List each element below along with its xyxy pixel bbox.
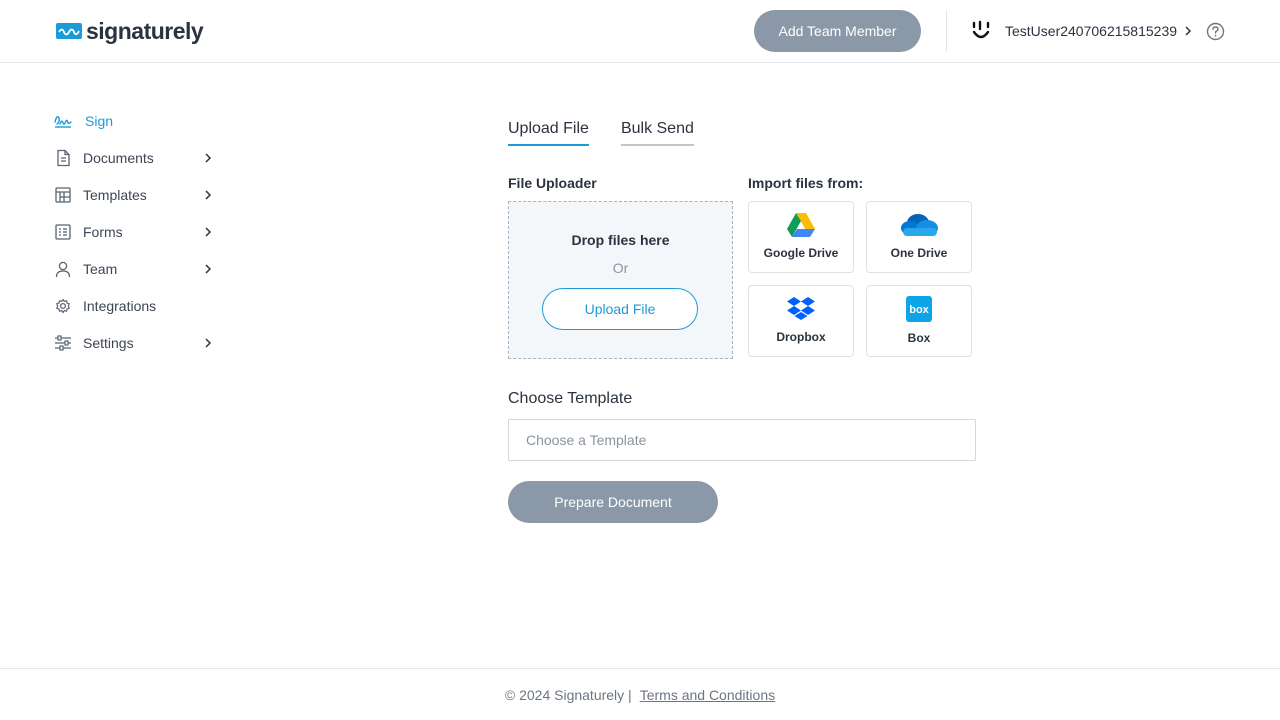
templates-icon (55, 186, 71, 203)
sidebar-item-label: Team (83, 260, 118, 277)
document-icon (57, 149, 70, 166)
upload-file-button[interactable]: Upload File (542, 288, 698, 330)
sidebar-item-settings[interactable]: Settings (54, 324, 224, 361)
dropbox-label: Dropbox (776, 330, 826, 344)
template-select[interactable]: Choose a Template (508, 419, 976, 461)
chevron-right-icon (1185, 26, 1192, 36)
sidebar-item-label: Integrations (83, 297, 157, 314)
chevron-right-icon (205, 153, 212, 163)
dropbox-icon (787, 297, 815, 320)
sidebar-item-label: Templates (83, 186, 147, 203)
onedrive-icon (901, 214, 938, 236)
sidebar-item-sign[interactable]: Sign (54, 102, 224, 139)
sidebar-item-label: Settings (83, 334, 134, 351)
user-icon (55, 261, 71, 277)
sidebar-item-forms[interactable]: Forms (54, 213, 224, 250)
sidebar-item-team[interactable]: Team (54, 250, 224, 287)
chevron-right-icon (205, 190, 212, 200)
copyright-text: © 2024 Signaturely | (504, 686, 632, 703)
sidebar-item-integrations[interactable]: Integrations (54, 287, 224, 324)
google-drive-icon (787, 213, 815, 237)
one-drive-label: One Drive (890, 246, 948, 260)
chevron-right-icon (205, 338, 212, 348)
logo-icon (56, 23, 82, 39)
google-drive-label: Google Drive (763, 246, 839, 260)
forms-icon (55, 223, 71, 240)
gear-icon (56, 298, 70, 313)
user-name: TestUser240706215815239 (1005, 23, 1178, 39)
or-text: Or (612, 260, 629, 276)
chevron-right-icon (205, 264, 212, 274)
sidebar-item-templates[interactable]: Templates (54, 176, 224, 213)
dropbox-button[interactable]: Dropbox (748, 285, 854, 357)
sliders-icon (55, 334, 71, 351)
file-dropzone[interactable]: Drop files here Or Upload File (508, 201, 733, 359)
sidebar-item-label: Documents (83, 149, 154, 166)
footer: © 2024 Signaturely | Terms and Condition… (0, 668, 1280, 720)
brand-name: signaturely (86, 18, 204, 44)
svg-text:box: box (909, 304, 929, 316)
google-drive-button[interactable]: Google Drive (748, 201, 854, 273)
box-label: Box (907, 331, 931, 345)
file-uploader-title: File Uploader (508, 175, 597, 191)
prepare-document-button[interactable]: Prepare Document (508, 481, 718, 523)
top-header: signaturely Add Team Member TestUser2407… (0, 0, 1280, 63)
tab-bulk-send[interactable]: Bulk Send (620, 118, 694, 146)
header-divider (946, 10, 947, 52)
signature-icon (54, 115, 72, 128)
sidebar-nav: Sign Documents Templates Forms Team Inte… (54, 102, 224, 361)
chevron-right-icon (205, 227, 212, 237)
one-drive-button[interactable]: One Drive (866, 201, 972, 273)
sidebar-item-documents[interactable]: Documents (54, 139, 224, 176)
tab-upload-file[interactable]: Upload File (508, 118, 589, 146)
sidebar-item-label: Sign (85, 112, 114, 129)
signaturely-logo[interactable]: signaturely (56, 18, 204, 44)
user-menu[interactable]: TestUser240706215815239 (970, 18, 1193, 44)
user-avatar-icon (972, 20, 990, 39)
template-placeholder: Choose a Template (526, 432, 647, 448)
import-files-title: Import files from: (748, 175, 864, 191)
drop-files-text: Drop files here (571, 232, 670, 248)
upload-tabs: Upload File Bulk Send (508, 118, 726, 148)
terms-link[interactable]: Terms and Conditions (640, 687, 775, 703)
sidebar-item-label: Forms (83, 223, 123, 240)
help-icon[interactable] (1206, 22, 1225, 41)
box-button[interactable]: box Box (866, 285, 972, 357)
add-team-member-button[interactable]: Add Team Member (754, 10, 921, 52)
choose-template-title: Choose Template (508, 390, 633, 407)
box-icon: box (906, 296, 932, 322)
